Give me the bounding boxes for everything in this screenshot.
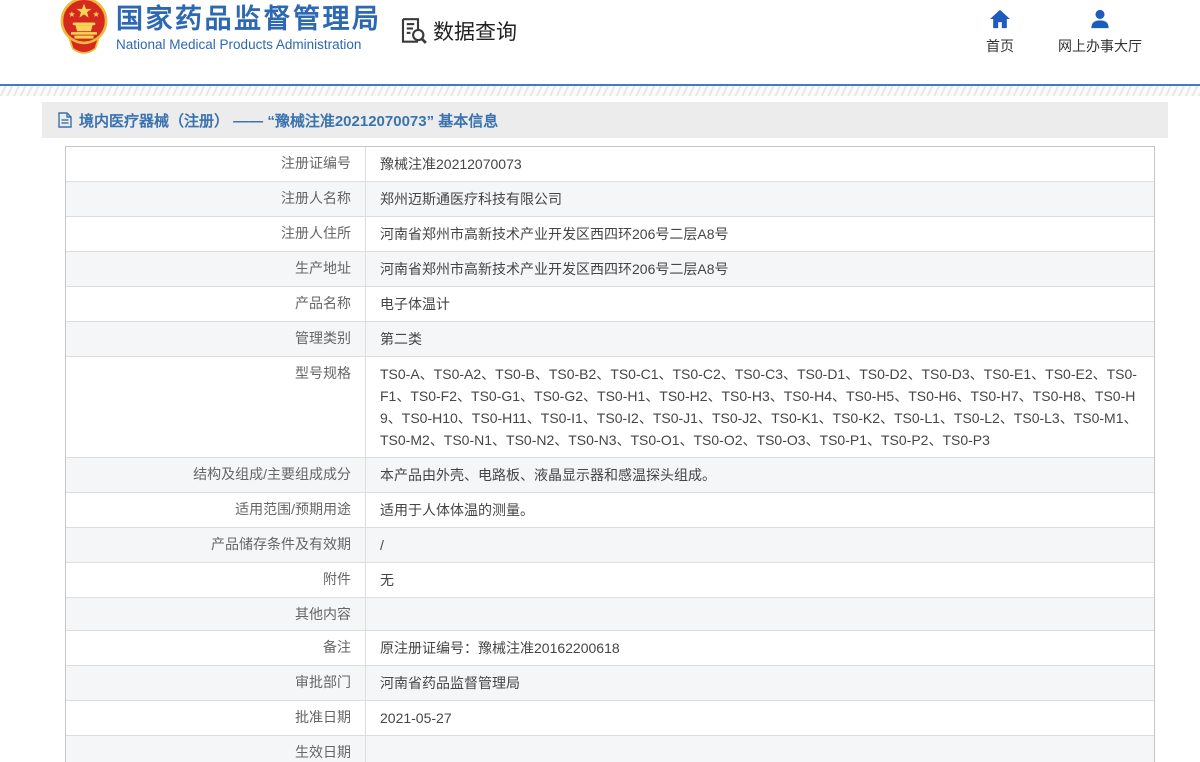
table-row: 适用范围/预期用途 适用于人体体温的测量。 (66, 493, 1154, 528)
row-label: 其他内容 (66, 598, 366, 630)
table-row: 注册证编号 豫械注准20212070073 (66, 147, 1154, 182)
row-label: 结构及组成/主要组成成分 (66, 458, 366, 492)
table-row: 管理类别 第二类 (66, 322, 1154, 357)
row-value: 河南省郑州市高新技术产业开发区西四环206号二层A8号 (380, 261, 729, 277)
row-value: 河南省药品监督管理局 (380, 675, 520, 691)
row-label: 备注 (66, 631, 366, 665)
row-label: 生产地址 (66, 252, 366, 286)
nav-home[interactable]: 首页 (986, 9, 1014, 56)
row-value: 电子体温计 (380, 296, 450, 312)
table-row: 附件 无 (66, 563, 1154, 598)
row-value: 原注册证编号：豫械注准20162200618 (380, 640, 620, 656)
row-label: 附件 (66, 563, 366, 597)
china-national-emblem-icon (60, 0, 108, 54)
document-icon (58, 112, 72, 128)
row-label: 适用范围/预期用途 (66, 493, 366, 527)
table-row: 产品名称 电子体温计 (66, 287, 1154, 322)
table-row: 结构及组成/主要组成成分 本产品由外壳、电路板、液晶显示器和感温探头组成。 (66, 458, 1154, 493)
table-row: 备注 原注册证编号：豫械注准20162200618 (66, 631, 1154, 666)
table-row: 审批部门 河南省药品监督管理局 (66, 666, 1154, 701)
row-label: 型号规格 (66, 357, 366, 457)
table-row: 注册人名称 郑州迈斯通医疗科技有限公司 (66, 182, 1154, 217)
table-row: 注册人住所 河南省郑州市高新技术产业开发区西四环206号二层A8号 (66, 217, 1154, 252)
org-name-cn: 国家药品监督管理局 (116, 4, 382, 34)
row-label: 审批部门 (66, 666, 366, 700)
row-value: 郑州迈斯通医疗科技有限公司 (380, 191, 562, 207)
row-value (366, 598, 1154, 630)
row-label: 产品储存条件及有效期 (66, 528, 366, 562)
row-label: 注册人住所 (66, 217, 366, 251)
table-row: 生效日期 (66, 736, 1154, 762)
row-value: 河南省郑州市高新技术产业开发区西四环206号二层A8号 (380, 226, 729, 242)
row-value: TS0-A、TS0-A2、TS0-B、TS0-B2、TS0-C1、TS0-C2、… (380, 366, 1138, 448)
document-search-icon (401, 18, 427, 44)
row-value: 适用于人体体温的测量。 (380, 502, 534, 518)
site-header: 国家药品监督管理局 National Medical Products Admi… (0, 0, 1200, 84)
row-value (366, 736, 1154, 762)
row-value: / (380, 537, 384, 553)
row-value: 豫械注准20212070073 (380, 156, 522, 172)
table-row: 生产地址 河南省郑州市高新技术产业开发区西四环206号二层A8号 (66, 252, 1154, 287)
user-icon (1091, 9, 1109, 29)
brand-text: 国家药品监督管理局 National Medical Products Admi… (116, 3, 382, 52)
row-value: 2021-05-27 (380, 710, 452, 726)
row-label: 管理类别 (66, 322, 366, 356)
data-query-section-link[interactable]: 数据查询 (398, 16, 517, 46)
row-label: 注册证编号 (66, 147, 366, 181)
row-label: 生效日期 (66, 736, 366, 762)
nav-service-hall-label: 网上办事大厅 (1058, 38, 1142, 54)
data-query-label: 数据查询 (433, 21, 517, 44)
breadcrumb: 境内医疗器械（注册） —— “豫械注准20212070073” 基本信息 (42, 102, 1168, 138)
stripe-band (0, 86, 1200, 96)
row-value: 无 (380, 572, 394, 588)
row-value: 第二类 (380, 331, 422, 347)
registration-info-table: 注册证编号 豫械注准20212070073 注册人名称 郑州迈斯通医疗科技有限公… (65, 146, 1155, 762)
table-row: 型号规格 TS0-A、TS0-A2、TS0-B、TS0-B2、TS0-C1、TS… (66, 357, 1154, 458)
table-row: 产品储存条件及有效期 / (66, 528, 1154, 563)
table-row: 其他内容 (66, 598, 1154, 631)
home-icon (990, 9, 1010, 29)
row-label: 注册人名称 (66, 182, 366, 216)
row-label: 产品名称 (66, 287, 366, 321)
nav-home-label: 首页 (986, 38, 1014, 54)
row-value: 本产品由外壳、电路板、液晶显示器和感温探头组成。 (380, 467, 716, 483)
page-title: 境内医疗器械（注册） —— “豫械注准20212070073” 基本信息 (79, 112, 499, 130)
row-label: 批准日期 (66, 701, 366, 735)
org-name-en: National Medical Products Administration (116, 37, 362, 52)
nmpa-logo[interactable] (58, 0, 110, 56)
header-nav: 首页 网上办事大厅 (986, 9, 1142, 56)
nav-service-hall[interactable]: 网上办事大厅 (1058, 9, 1142, 56)
table-row: 批准日期 2021-05-27 (66, 701, 1154, 736)
